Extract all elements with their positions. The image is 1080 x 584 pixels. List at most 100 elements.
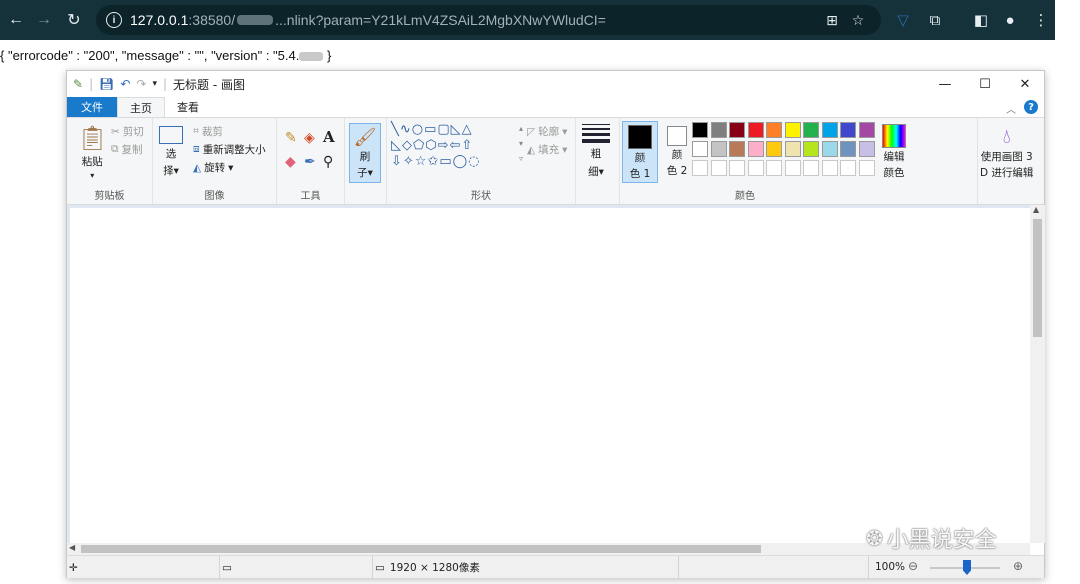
color-swatch[interactable] [803,122,819,138]
customize-qat-icon[interactable]: ▾ [152,79,157,89]
brush-icon: 🖌︎ [353,126,377,148]
reload-icon[interactable]: ↻ [58,0,90,40]
color-swatch[interactable] [821,141,838,157]
color-swatch[interactable] [840,141,856,157]
scroll-left-icon[interactable]: ◀ [69,543,75,552]
undo-icon[interactable]: ↶ [120,77,130,91]
menu-kebab-icon[interactable]: ⋮ [1027,0,1055,40]
color-swatch[interactable] [692,122,708,138]
custom-color-slot[interactable] [803,160,819,176]
color-swatch[interactable] [858,141,875,157]
color-swatch[interactable] [710,122,727,138]
side-panel-icon[interactable]: ◧ [967,0,995,40]
shapes-gallery[interactable]: ╲∿○▭▢◺△ ◺◇⬠⬡⇨⇦⇧ ⇩✧☆✩▭◯◌ [391,122,519,172]
color-swatch[interactable] [766,141,782,157]
site-info-icon[interactable]: i [106,12,122,28]
status-empty [679,556,869,579]
select-label-b: 择 [163,165,174,177]
address-bar[interactable]: i 127.0.0.1:38580/ ...nlink?param=Y21kLmV… [96,5,881,35]
extensions-puzzle-icon[interactable]: ⧉ [921,0,949,40]
color-swatch[interactable] [840,122,856,138]
color-swatch[interactable] [784,122,801,138]
magnifier-icon[interactable]: ⚲ [323,154,333,170]
extension-icon[interactable]: ▽ [889,0,917,40]
forward-icon[interactable]: → [28,0,60,40]
size-label-a: 粗 [590,148,602,160]
drawing-canvas[interactable] [70,208,1030,543]
fill-bucket-icon[interactable]: ◈ [304,130,315,146]
bookmark-star-icon[interactable]: ☆ [849,12,867,28]
color2-button[interactable]: 颜 色 2 [661,124,693,178]
color-swatch[interactable] [784,141,801,157]
color-swatch[interactable] [710,141,727,157]
zoom-in-icon[interactable]: ⊕ [1013,559,1023,573]
cut-button[interactable]: ✂ 剪切 [111,124,144,139]
close-button[interactable]: ✕ [1005,71,1045,97]
rotate-button[interactable]: ◭ 旋转 ▾ [193,160,233,175]
vertical-scrollbar[interactable]: ▲ [1030,205,1045,543]
text-tool-icon[interactable]: A [323,128,335,146]
tab-home[interactable]: 主页 [117,97,165,117]
zoom-slider-thumb[interactable] [963,560,971,575]
custom-color-slot[interactable] [766,160,782,176]
custom-color-slot[interactable] [858,160,875,176]
fill-button[interactable]: ◭ 填充 ▾ [527,142,567,157]
fill-icon: ◭ [527,143,536,156]
custom-color-slot[interactable] [729,160,745,176]
brush-button[interactable]: 🖌︎ 刷 子▾ [349,123,381,183]
vertical-scroll-thumb[interactable] [1033,219,1042,337]
canvas-workspace [67,205,1030,543]
edit-colors-button[interactable]: 编辑 颜色 [882,124,906,180]
crop-button[interactable]: ⌗ 裁剪 [193,124,223,139]
profile-icon[interactable]: ● [996,0,1024,40]
maximize-button[interactable]: ☐ [965,71,1005,97]
color-swatch[interactable] [729,122,745,138]
horizontal-scroll-thumb[interactable] [81,545,761,553]
custom-color-slot[interactable] [747,160,764,176]
custom-color-slot[interactable] [692,160,708,176]
select-rectangle-icon [159,126,183,144]
custom-color-slot[interactable] [710,160,727,176]
save-icon[interactable]: 💾︎ [99,77,114,91]
pencil-icon[interactable]: ✎ [285,130,297,146]
color-swatch[interactable] [803,141,819,157]
scissors-icon: ✂ [111,125,120,138]
paint3d-button[interactable]: 💧︎ 使用画图 3 D 进行编辑 [980,124,1033,180]
minimize-button[interactable]: — [925,71,965,97]
custom-color-slot[interactable] [821,160,838,176]
group-paint3d: 💧︎ 使用画图 3 D 进行编辑 [978,118,1044,204]
color-swatch[interactable] [729,141,745,157]
custom-color-slot[interactable] [784,160,801,176]
paste-button[interactable]: 📋︎ 粘贴 ▾ [77,124,107,180]
resize-button[interactable]: ⧈ 重新调整大小 [193,142,266,157]
redo-icon[interactable]: ↷ [136,77,146,91]
group-label-tools: 工具 [300,191,321,202]
scroll-up-icon[interactable]: ▲ [1033,205,1039,214]
copy-button[interactable]: ⧉ 复制 [111,142,143,157]
color-swatch[interactable] [747,122,764,138]
collapse-ribbon-icon[interactable]: ︿ [1006,101,1016,116]
tab-file[interactable]: 文件 [67,97,117,117]
json-response: { "errorcode" : "200", "message" : "", "… [0,48,331,63]
color-swatch[interactable] [766,122,782,138]
color-swatch[interactable] [747,141,764,157]
color1-label-a: 颜 [634,152,646,164]
custom-color-slot[interactable] [840,160,856,176]
outline-button[interactable]: ◸ 轮廓 ▾ [527,124,567,139]
eraser-icon[interactable]: ◆ [285,154,296,170]
help-icon[interactable]: ? [1024,100,1038,114]
select-button[interactable]: 选 择▾ [159,126,183,178]
size-button[interactable]: 粗 细▾ [582,124,610,179]
color-swatch[interactable] [692,141,708,157]
tab-view[interactable]: 查看 [165,97,211,117]
color-swatch[interactable] [858,122,875,138]
color-swatch[interactable] [821,122,838,138]
color-picker-icon[interactable]: ✒ [304,154,316,170]
brush-label-b: 子 [357,166,368,179]
crop-icon: ⌗ [193,125,199,137]
translate-icon[interactable]: ⊞ [823,12,841,28]
shapes-scroll[interactable]: ▴ ▾ ▿ [519,124,523,163]
ribbon: 📋︎ 粘贴 ▾ ✂ 剪切 ⧉ 复制 剪贴板 选 择▾ ⌗ 裁剪 ⧈ 重新调整大小 ◭ 旋转… [67,117,1044,205]
color1-button[interactable]: 颜 色 1 [622,121,658,183]
zoom-out-icon[interactable]: ⊖ [908,559,918,573]
